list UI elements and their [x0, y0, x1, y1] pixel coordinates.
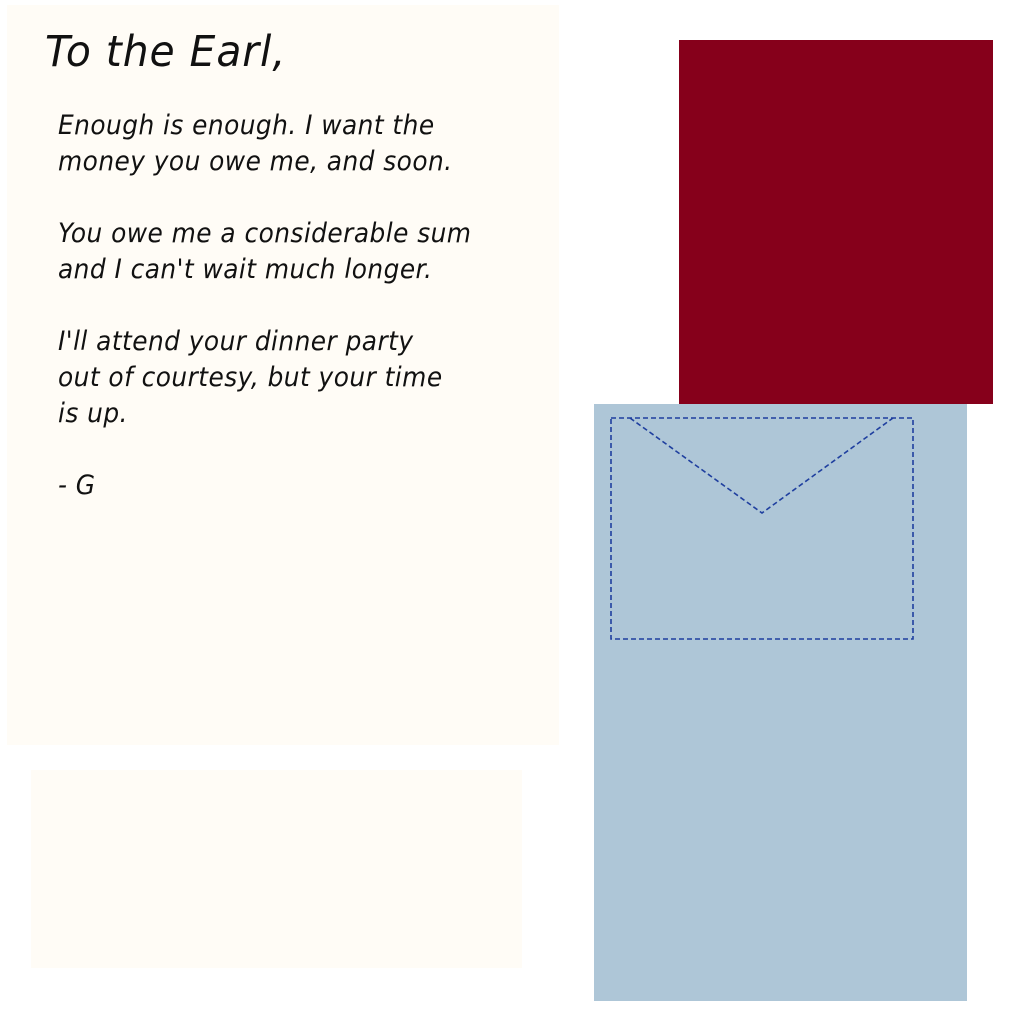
- letter-line: money you owe me, and soon.: [58, 146, 453, 177]
- letter-body: Enough is enough. I want the money you o…: [58, 108, 528, 504]
- letter-line: and I can't wait much longer.: [58, 254, 433, 285]
- envelope[interactable]: [594, 404, 967, 1001]
- letter-signature: - G: [58, 470, 96, 501]
- letter-blank-line: [58, 288, 528, 324]
- letter-line: You owe me a considerable sum: [58, 218, 472, 249]
- letter-line: is up.: [58, 398, 128, 429]
- letter-greeting: To the Earl,: [45, 27, 287, 77]
- letter-blank-line: [58, 180, 528, 216]
- letter-blank-line: [58, 432, 528, 468]
- letter-line: out of courtesy, but your time: [58, 362, 443, 393]
- letter-paper[interactable]: To the Earl, Enough is enough. I want th…: [7, 5, 559, 745]
- letter-line: Enough is enough. I want the: [58, 110, 435, 141]
- red-card[interactable]: [679, 40, 993, 404]
- letter-line: I'll attend your dinner party: [58, 326, 414, 357]
- envelope-flap-icon: [610, 417, 914, 640]
- blank-note-paper[interactable]: [31, 770, 522, 968]
